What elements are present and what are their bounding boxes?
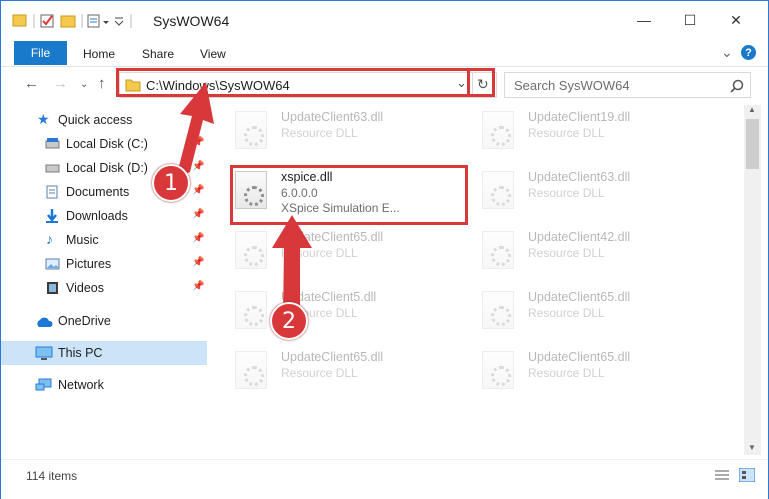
annotation-arrows	[172, 82, 312, 316]
step-1-badge: 1	[152, 164, 190, 202]
arrow-2	[272, 215, 312, 316]
step-2-badge: 2	[270, 302, 308, 340]
